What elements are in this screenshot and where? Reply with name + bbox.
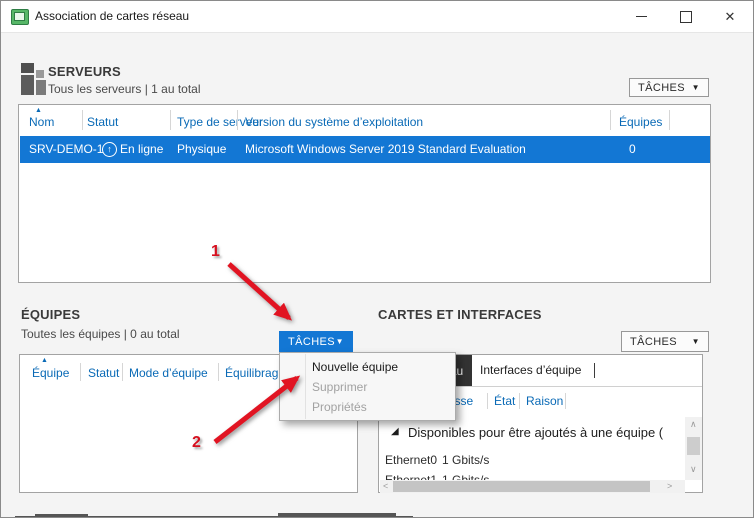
- server-status: En ligne: [120, 142, 163, 156]
- server-teams-count: 0: [629, 142, 636, 156]
- col-team-statut[interactable]: Statut: [88, 366, 119, 380]
- horizontal-scrollbar[interactable]: < >: [380, 480, 685, 493]
- server-os: Microsoft Windows Server 2019 Standard E…: [245, 142, 526, 156]
- group-expanded-icon[interactable]: ◢: [391, 426, 399, 437]
- column-separator: [519, 393, 520, 409]
- col-team-equilibrage[interactable]: Équilibrag: [225, 366, 278, 380]
- adapter-speed: 1 Gbits/s: [442, 473, 489, 480]
- minimize-icon: [636, 16, 647, 17]
- servers-section-title: SERVEURS: [48, 64, 121, 79]
- scroll-left-icon[interactable]: <: [383, 482, 388, 491]
- title-bar: Association de cartes réseau ✕: [1, 1, 753, 33]
- column-separator: [610, 110, 611, 130]
- adapters-section-title: CARTES ET INTERFACES: [378, 307, 542, 322]
- column-separator: [565, 393, 566, 409]
- servers-table: ▲ Nom Statut Type de serveur Version du …: [18, 104, 711, 283]
- tasks-dropdown-menu: Nouvelle équipe Supprimer Propriétés: [279, 352, 456, 421]
- adapter-name: Ethernet1: [385, 473, 437, 480]
- vertical-scroll-thumb[interactable]: [687, 437, 700, 455]
- column-separator: [82, 110, 83, 130]
- network-adapter-app-icon: [11, 9, 29, 25]
- column-separator: [122, 363, 123, 381]
- vertical-scrollbar[interactable]: ∧ ∨: [685, 417, 702, 480]
- maximize-button[interactable]: [669, 1, 703, 32]
- adapter-row-ethernet0[interactable]: Ethernet0 1 Gbits/s: [379, 451, 685, 469]
- servers-section-subtitle: Tous les serveurs | 1 au total: [48, 82, 201, 96]
- maximize-icon: [680, 11, 692, 23]
- annotation-step-2: 2: [192, 434, 201, 452]
- minimize-button[interactable]: [624, 1, 658, 32]
- close-button[interactable]: ✕: [713, 1, 747, 32]
- teams-section-subtitle: Toutes les équipes | 0 au total: [21, 327, 180, 341]
- sort-ascending-icon: ▲: [41, 357, 48, 364]
- adapters-tasks-button[interactable]: TÂCHES ▼: [621, 331, 709, 352]
- col-nom[interactable]: Nom: [29, 115, 54, 129]
- text-cursor: [594, 363, 595, 378]
- teams-tasks-button[interactable]: TÂCHES ▼: [279, 331, 353, 352]
- column-separator: [487, 393, 488, 409]
- col-etat[interactable]: État: [494, 394, 515, 408]
- tab-interfaces-equipe[interactable]: Interfaces d’équipe: [480, 363, 581, 377]
- teams-tasks-label: TÂCHES: [288, 336, 335, 348]
- adapters-group-header: Disponibles pour être ajoutés à une équi…: [408, 425, 685, 440]
- adapter-row-ethernet1[interactable]: Ethernet1 1 Gbits/s: [379, 471, 685, 480]
- menu-gutter-line: [305, 354, 306, 419]
- background-window-sliver: [35, 514, 88, 518]
- teams-section-title: ÉQUIPES: [21, 307, 80, 322]
- menu-item-nouvelle-equipe[interactable]: Nouvelle équipe: [312, 357, 450, 377]
- column-separator: [170, 110, 171, 130]
- chevron-down-icon: ▼: [692, 83, 700, 92]
- col-raison[interactable]: Raison: [526, 394, 563, 408]
- servers-tasks-label: TÂCHES: [638, 82, 685, 94]
- server-name: SRV-DEMO-1: [29, 142, 103, 156]
- column-separator: [80, 363, 81, 381]
- column-separator: [669, 110, 670, 130]
- servers-tasks-button[interactable]: TÂCHES ▼: [629, 78, 709, 97]
- col-version[interactable]: Version du système d’exploitation: [245, 115, 423, 129]
- window-title: Association de cartes réseau: [35, 9, 189, 23]
- close-icon: ✕: [725, 9, 736, 25]
- annotation-step-1: 1: [211, 243, 220, 261]
- scroll-up-icon[interactable]: ∧: [690, 420, 697, 429]
- status-up-icon: ↑: [102, 142, 117, 157]
- nic-teaming-window: Association de cartes réseau ✕ SERVEURS …: [0, 0, 754, 518]
- server-type: Physique: [177, 142, 226, 156]
- server-row-selected[interactable]: SRV-DEMO-1 ↑ En ligne Physique Microsoft…: [20, 136, 710, 163]
- servers-icon: [21, 63, 47, 95]
- chevron-down-icon: ▼: [692, 337, 700, 346]
- tab-interfaces-equipe-label: Interfaces d’équipe: [480, 363, 581, 377]
- menu-item-proprietes: Propriétés: [312, 397, 450, 417]
- chevron-down-icon: ▼: [336, 337, 344, 346]
- sort-ascending-icon: ▲: [35, 107, 42, 114]
- scroll-right-icon[interactable]: >: [667, 482, 672, 491]
- background-window-sliver: [278, 513, 396, 518]
- adapters-tasks-label: TÂCHES: [630, 336, 677, 348]
- col-equipes[interactable]: Équipes: [619, 115, 662, 129]
- col-team-mode[interactable]: Mode d’équipe: [129, 366, 208, 380]
- column-separator: [237, 110, 238, 130]
- horizontal-scroll-thumb[interactable]: [393, 481, 650, 492]
- col-equipe[interactable]: Équipe: [32, 366, 69, 380]
- adapter-name: Ethernet0: [385, 453, 437, 467]
- menu-item-supprimer: Supprimer: [312, 377, 450, 397]
- col-statut[interactable]: Statut: [87, 115, 118, 129]
- adapter-speed: 1 Gbits/s: [442, 453, 489, 467]
- column-separator: [218, 363, 219, 381]
- scroll-down-icon[interactable]: ∨: [690, 465, 697, 474]
